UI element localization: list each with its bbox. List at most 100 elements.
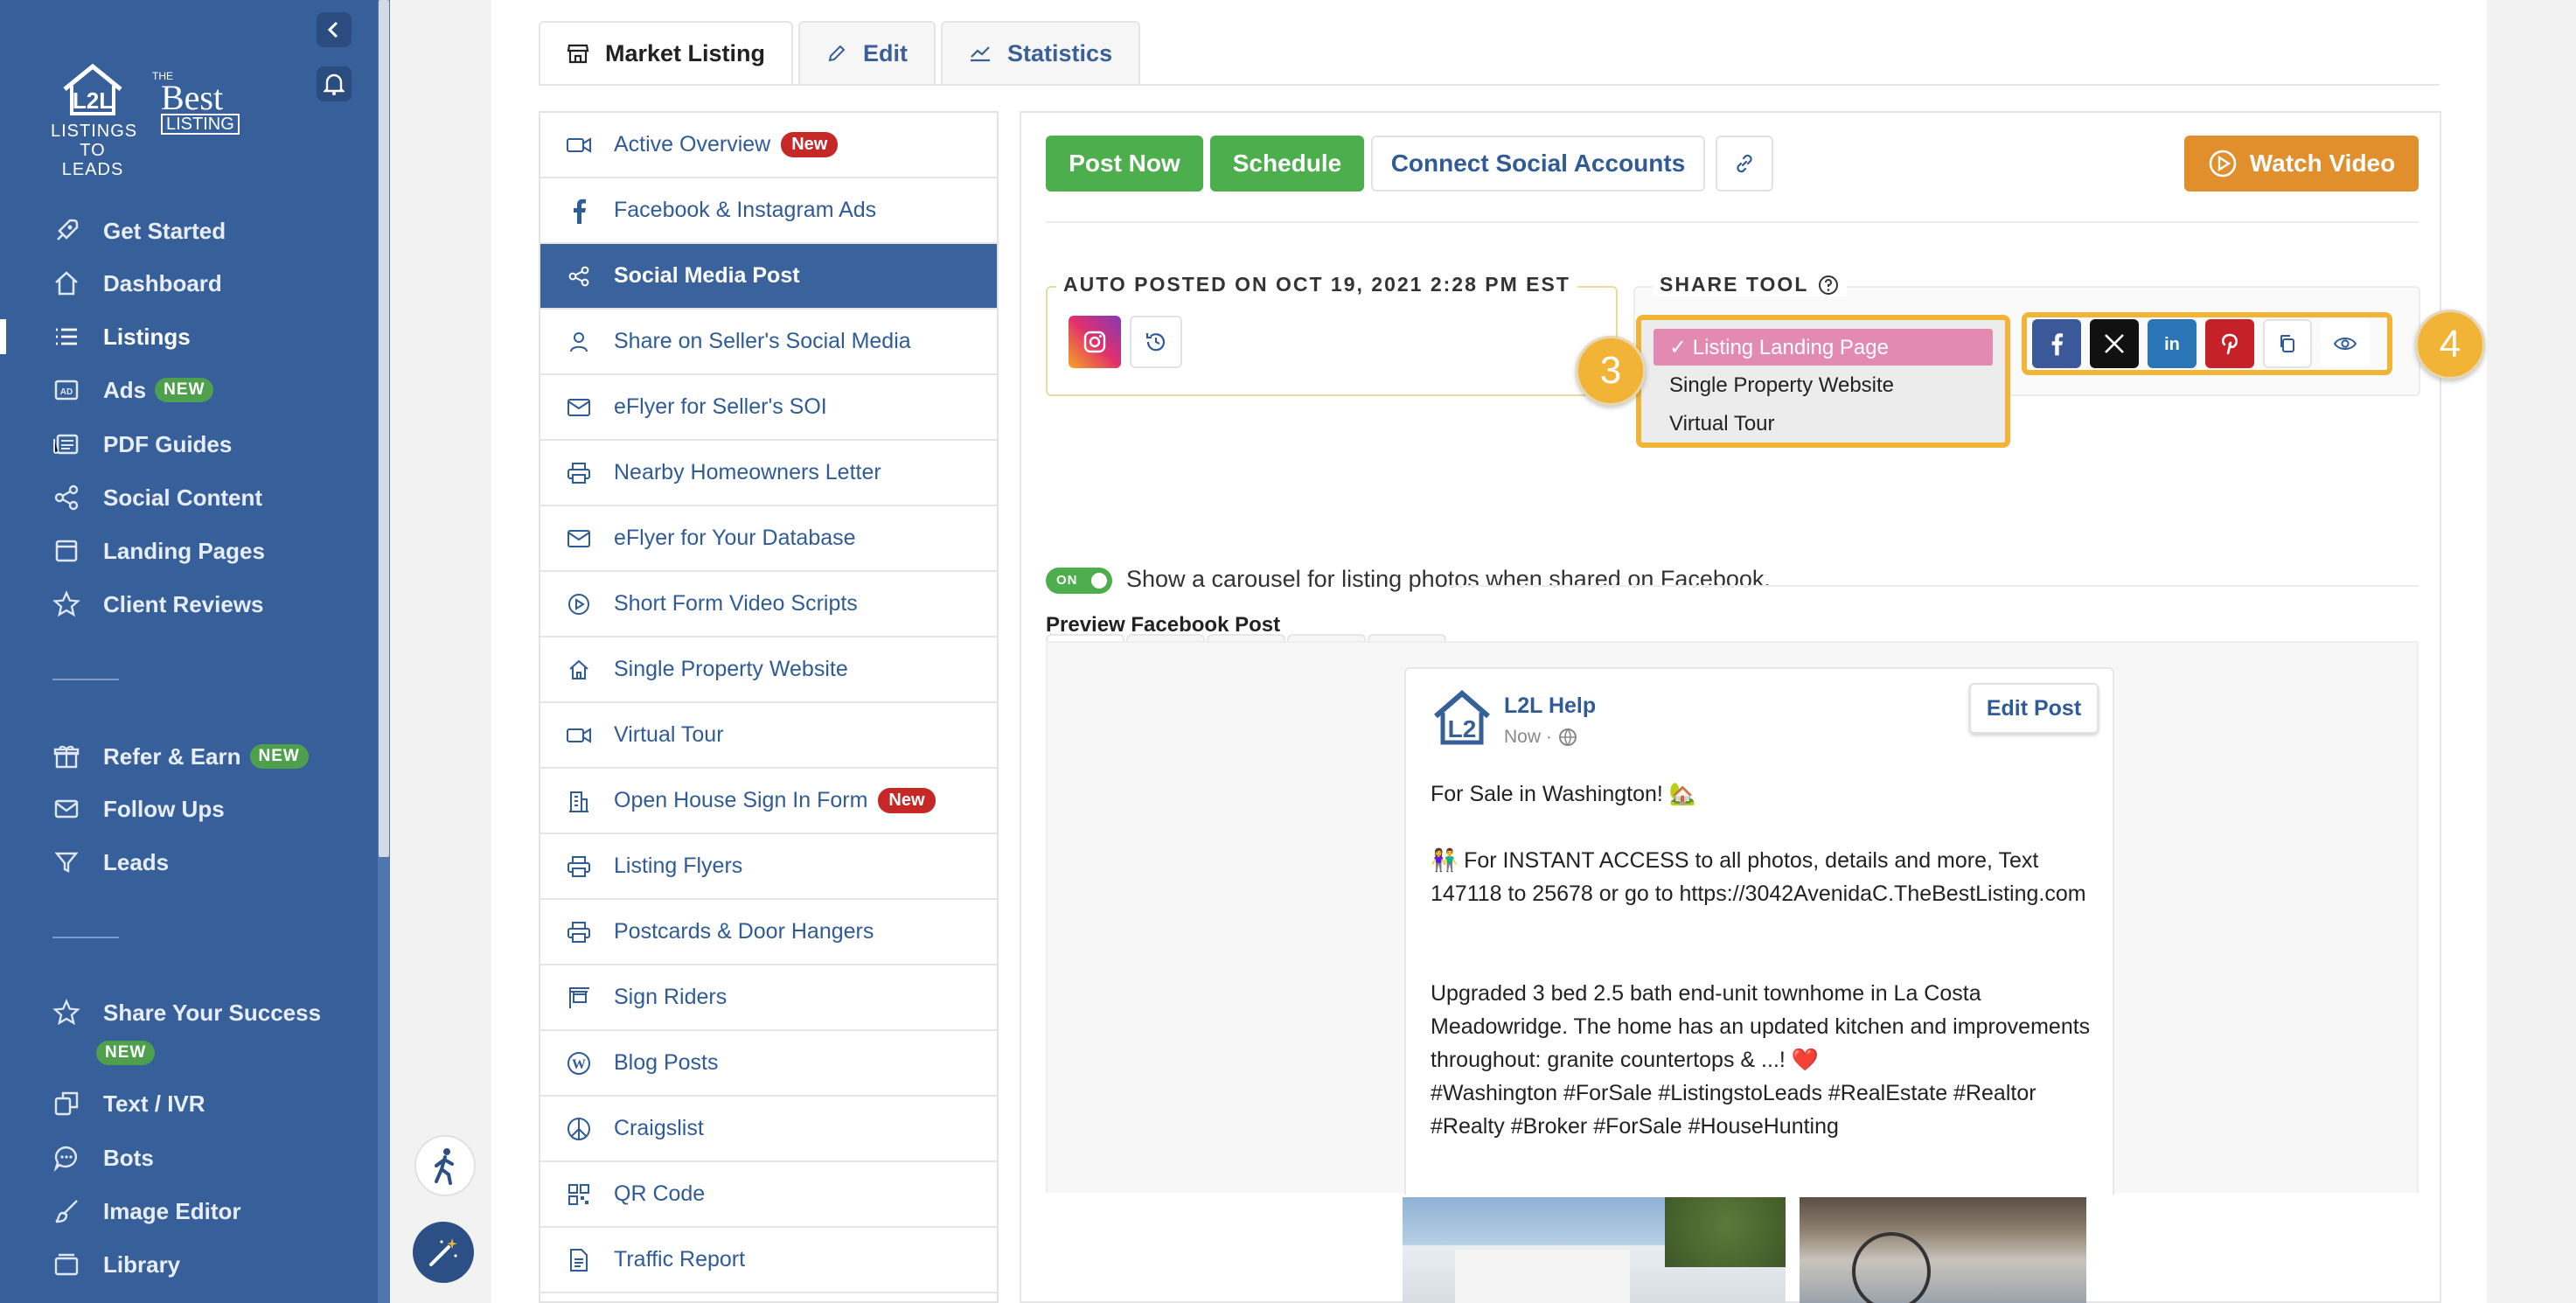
post-now-button[interactable]: Post Now — [1046, 136, 1203, 192]
watch-video-label: Watch Video — [2249, 150, 2396, 177]
submenu-item-open-house-sign-in[interactable]: Open House Sign In Form New — [540, 769, 997, 834]
submenu-label: Active Overview — [614, 132, 771, 157]
carousel-toggle[interactable]: ON — [1046, 568, 1112, 594]
toggle-knob — [1091, 573, 1107, 589]
share-facebook-button[interactable] — [2032, 319, 2081, 368]
submenu-label: Single Property Website — [614, 657, 848, 681]
connect-social-accounts-button[interactable]: Connect Social Accounts — [1371, 136, 1705, 192]
submenu-label: eFlyer for Your Database — [614, 526, 856, 550]
sidebar-scrollbar-thumb[interactable] — [379, 0, 389, 857]
mail-icon — [565, 394, 593, 422]
collapse-sidebar-button[interactable] — [317, 12, 352, 47]
copy-link-button[interactable] — [1716, 136, 1773, 192]
submenu-item-nearby-homeowners-letter[interactable]: Nearby Homeowners Letter — [540, 441, 997, 506]
ad-icon: AD — [51, 374, 82, 406]
share-linkedin-button[interactable]: in — [2148, 319, 2197, 368]
watch-video-button[interactable]: Watch Video — [2184, 136, 2419, 192]
sidebar-item-get-started[interactable]: Get Started — [0, 206, 376, 255]
submenu-item-virtual-tour[interactable]: Virtual Tour — [540, 703, 997, 769]
sidebar-item-dashboard[interactable]: Dashboard — [0, 259, 376, 308]
the-best-listing-logo[interactable]: THE Best LISTING — [152, 70, 240, 135]
share-tool-dropdown[interactable]: ✓ Listing Landing Page Single Property W… — [1636, 315, 2010, 448]
accessibility-button[interactable] — [414, 1135, 476, 1196]
eye-icon — [2333, 338, 2357, 350]
submenu-item-listing-flyers[interactable]: Listing Flyers — [540, 834, 997, 900]
preview-area: L2 L2L Help Now · Edit Post For Sale in … — [1046, 641, 2419, 1195]
tab-market-listing[interactable]: Market Listing — [539, 21, 794, 84]
logo-text-line1: LISTINGS — [51, 122, 138, 141]
sidebar-item-label: Library — [103, 1251, 181, 1278]
tab-statistics[interactable]: Statistics — [941, 21, 1141, 84]
submenu-item-share-on-seller-social[interactable]: Share on Seller's Social Media — [540, 310, 997, 375]
chart-line-icon — [969, 43, 992, 64]
submenu-item-eflyer-your-database[interactable]: eFlyer for Your Database — [540, 506, 997, 572]
submenu-item-active-overview[interactable]: Active Overview New — [540, 113, 997, 178]
page-name[interactable]: L2L Help — [1504, 693, 1596, 719]
copy-share-link-button[interactable] — [2263, 319, 2312, 368]
svg-text:AD: AD — [60, 387, 73, 397]
sidebar-item-refer-earn[interactable]: Refer & Earn NEW — [0, 732, 376, 781]
new-badge: NEW — [96, 1041, 156, 1065]
sidebar-divider — [52, 937, 119, 938]
lamp-shape — [1852, 1232, 1931, 1303]
sidebar-item-client-reviews[interactable]: Client Reviews — [0, 580, 376, 629]
submenu-label: Traffic Report — [614, 1247, 746, 1272]
submenu-item-short-form-video-scripts[interactable]: Short Form Video Scripts — [540, 572, 997, 638]
sidebar-item-bots[interactable]: Bots — [0, 1133, 376, 1182]
dropdown-option-virtual-tour[interactable]: Virtual Tour — [1654, 406, 1993, 442]
right-gutter — [2487, 0, 2576, 1303]
auto-posted-label: AUTO POSTED ON OCT 19, 2021 2:28 PM EST — [1056, 273, 1577, 296]
listings-to-leads-logo[interactable]: L2L LISTINGS TO LEADS — [51, 63, 138, 179]
submenu-item-craigslist[interactable]: Craigslist — [540, 1097, 997, 1162]
dropdown-option-single-property-website[interactable]: Single Property Website — [1654, 367, 1993, 404]
listing-photo-1[interactable] — [1403, 1197, 1786, 1303]
divider — [1046, 221, 2419, 223]
instagram-posted-button[interactable] — [1069, 316, 1121, 368]
listing-photo-2[interactable] — [1800, 1197, 2086, 1303]
sidebar-item-label: Share Your Success — [103, 999, 322, 1026]
schedule-button[interactable]: Schedule — [1210, 136, 1364, 192]
share-icon — [565, 262, 593, 290]
sign-icon — [565, 984, 593, 1012]
sidebar-item-listings[interactable]: Listings — [0, 312, 376, 361]
preview-title: Preview Facebook Post — [1046, 613, 1281, 637]
step-callout-4: 4 — [2415, 310, 2485, 380]
sidebar-item-image-editor[interactable]: Image Editor — [0, 1187, 376, 1236]
sidebar-item-leads[interactable]: Leads — [0, 838, 376, 887]
share-pinterest-button[interactable] — [2205, 319, 2254, 368]
edit-post-button[interactable]: Edit Post — [1969, 683, 2099, 734]
tab-edit[interactable]: Edit — [798, 21, 936, 84]
sidebar-item-social-content[interactable]: Social Content — [0, 473, 376, 522]
submenu-item-traffic-report[interactable]: Traffic Report — [540, 1228, 997, 1293]
sidebar-item-ads[interactable]: AD Ads NEW — [0, 366, 376, 415]
sidebar-item-landing-pages[interactable]: Landing Pages — [0, 526, 376, 575]
preview-share-link-button[interactable] — [2321, 319, 2370, 368]
dropdown-option-listing-landing-page[interactable]: ✓ Listing Landing Page — [1654, 329, 1993, 366]
submenu-item-social-media-post[interactable]: Social Media Post — [540, 244, 997, 310]
help-circle-icon[interactable] — [1817, 274, 1840, 296]
share-x-button[interactable] — [2090, 319, 2139, 368]
peace-icon — [565, 1115, 593, 1143]
sidebar-item-share-your-success[interactable]: Share Your Success — [0, 988, 376, 1037]
notifications-button[interactable] — [317, 66, 352, 101]
sidebar-item-pdf-guides[interactable]: PDF Guides — [0, 420, 376, 469]
submenu-item-eflyer-seller-soi[interactable]: eFlyer for Seller's SOI — [540, 375, 997, 441]
storefront-icon — [567, 42, 589, 65]
sidebar-item-follow-ups[interactable]: Follow Ups — [0, 784, 376, 833]
submenu-item-blog-posts[interactable]: W Blog Posts — [540, 1031, 997, 1097]
tree-shape — [1665, 1197, 1786, 1267]
submenu-label: eFlyer for Seller's SOI — [614, 394, 827, 419]
submenu-item-facebook-instagram-ads[interactable]: Facebook & Instagram Ads — [540, 178, 997, 244]
sidebar-item-library[interactable]: Library — [0, 1240, 376, 1289]
document-icon — [565, 1246, 593, 1274]
magic-assistant-button[interactable] — [413, 1222, 474, 1283]
submenu-item-sign-riders[interactable]: Sign Riders — [540, 965, 997, 1031]
sidebar-item-text-ivr[interactable]: Text / IVR — [0, 1079, 376, 1128]
submenu-item-postcards-door-hangers[interactable]: Postcards & Door Hangers — [540, 900, 997, 965]
sidebar-item-label: Refer & Earn — [103, 742, 241, 770]
post-history-button[interactable] — [1130, 316, 1182, 368]
gift-icon — [51, 741, 82, 772]
submenu-item-qr-code[interactable]: QR Code — [540, 1162, 997, 1228]
post-time: Now · — [1504, 727, 1578, 748]
submenu-item-single-property-website[interactable]: Single Property Website — [540, 638, 997, 703]
